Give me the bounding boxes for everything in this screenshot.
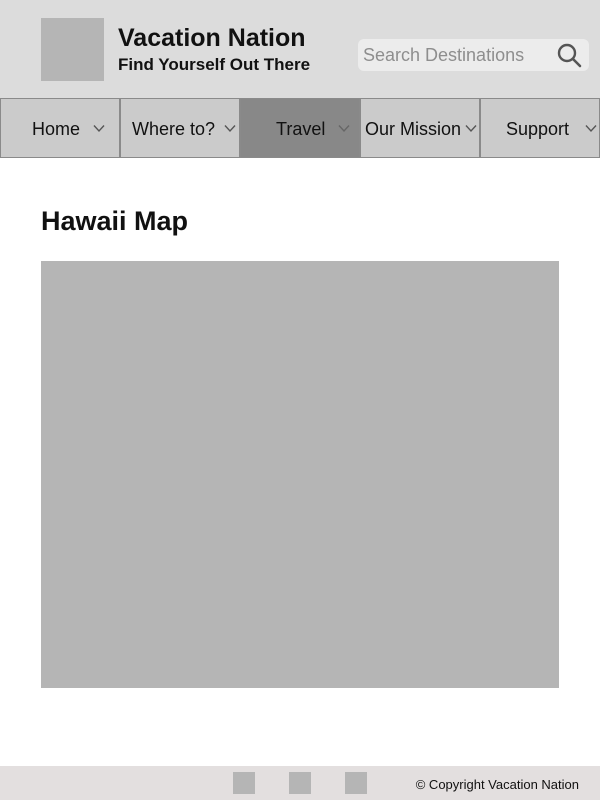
main-nav: Home Where to? Travel Our Mission Suppor… [0,98,600,158]
search-box [358,39,589,71]
nav-label: Where to? [132,119,216,139]
nav-label: Travel [276,119,326,139]
nav-label: Support [506,119,570,139]
chevron-down-icon [93,125,105,133]
social-icon[interactable] [233,772,255,794]
chevron-down-icon [465,125,477,133]
page-title: Hawaii Map [41,206,189,236]
social-icon[interactable] [345,772,367,794]
chevron-down-icon [224,125,236,133]
chevron-down-icon [338,125,350,133]
social-icon[interactable] [289,772,311,794]
search-input[interactable] [363,39,553,71]
nav-item-home[interactable]: Home [0,98,120,158]
nav-item-our-mission[interactable]: Our Mission [360,98,480,158]
logo[interactable] [41,18,104,81]
chevron-down-icon [585,125,597,133]
nav-item-support[interactable]: Support [480,98,600,158]
nav-label: Home [32,119,81,139]
site-title: Vacation Nation [118,24,306,52]
search-icon[interactable] [556,42,582,68]
site-tagline: Find Yourself Out There [118,55,311,74]
nav-label: Our Mission [365,119,462,139]
nav-item-travel[interactable]: Travel [240,98,360,158]
map-image[interactable] [41,261,559,688]
copyright-text: © Copyright Vacation Nation [415,777,579,792]
nav-item-where-to[interactable]: Where to? [120,98,240,158]
